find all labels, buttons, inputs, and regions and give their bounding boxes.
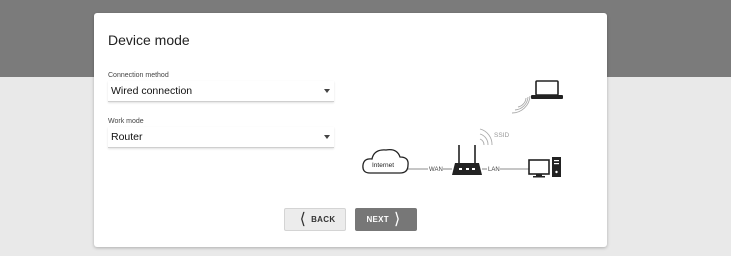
work-mode-label: Work mode — [108, 118, 144, 125]
chevron-down-icon — [324, 135, 330, 139]
lan-label: LAN — [488, 167, 500, 173]
chevron-left-icon: ⟨ — [299, 210, 307, 228]
internet-label: Internet — [372, 162, 394, 169]
router-icon — [452, 145, 482, 175]
work-mode-select[interactable]: Router — [108, 127, 334, 148]
connection-method-label: Connection method — [108, 72, 169, 79]
next-button[interactable]: NEXT ⟩ — [355, 208, 417, 231]
wan-label: WAN — [429, 167, 443, 173]
router-wifi-icon — [479, 128, 493, 146]
laptop-icon — [531, 80, 563, 99]
back-button-label: BACK — [311, 215, 336, 224]
work-mode-value: Router — [111, 131, 143, 143]
chevron-right-icon: ⟩ — [394, 210, 401, 228]
desktop-computer-icon — [528, 157, 561, 178]
next-button-label: NEXT — [366, 215, 389, 224]
page-title: Device mode — [108, 32, 190, 48]
back-button[interactable]: ⟨ BACK — [284, 208, 346, 231]
ssid-label: SSID — [494, 132, 509, 139]
chevron-down-icon — [324, 89, 330, 93]
connection-method-value: Wired connection — [111, 85, 193, 97]
wifi-signal-icon — [511, 95, 531, 114]
network-diagram: SSID Internet WAN LAN — [362, 80, 563, 178]
device-mode-card: Device mode Connection method Wired conn… — [94, 13, 607, 247]
connection-method-select[interactable]: Wired connection — [108, 81, 334, 102]
